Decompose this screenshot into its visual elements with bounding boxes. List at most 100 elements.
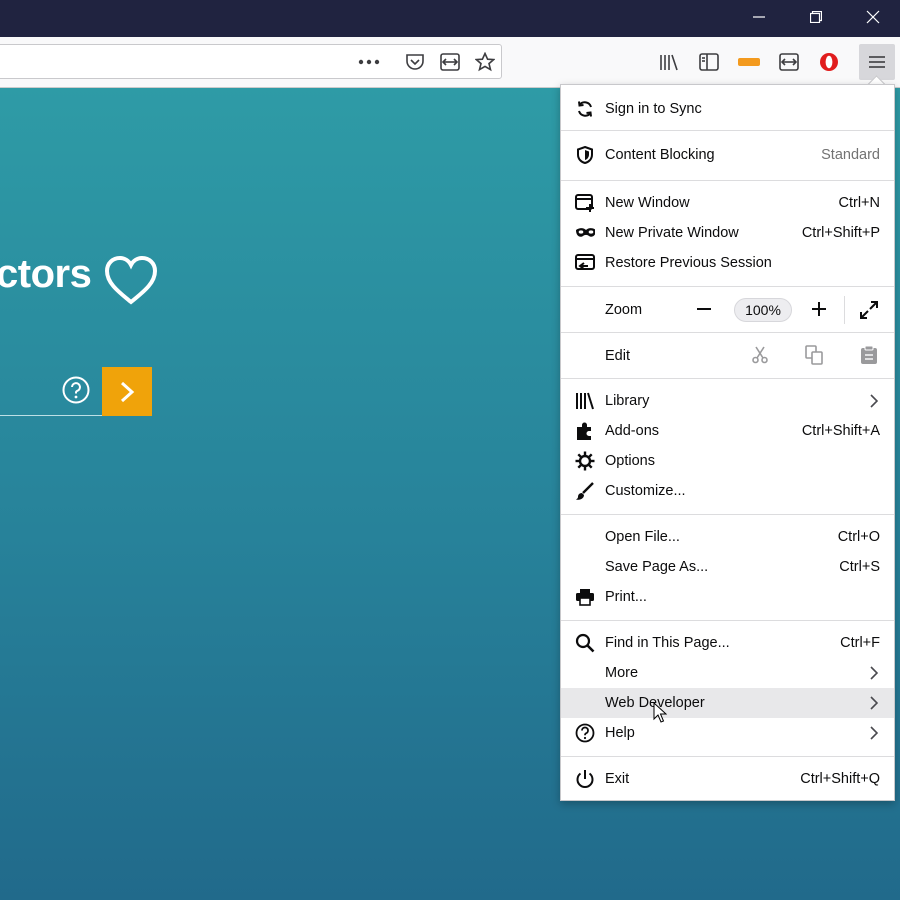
mouse-cursor-icon — [653, 702, 667, 723]
url-bar[interactable] — [0, 44, 502, 79]
menu-label: Customize... — [605, 483, 686, 499]
menu-label: Content Blocking — [605, 147, 715, 163]
menu-label: Print... — [605, 589, 647, 605]
menu-label: Sign in to Sync — [605, 101, 702, 117]
menu-label: Help — [605, 725, 635, 741]
menu-label: More — [605, 665, 639, 681]
menu-new-private-window[interactable]: New Private Window Ctrl+Shift+P — [561, 218, 894, 248]
page-headline: ctors — [0, 252, 92, 296]
new-window-icon — [575, 193, 595, 213]
ellipsis-icon[interactable] — [354, 47, 384, 77]
saml-icon[interactable] — [734, 47, 764, 77]
menu-web-developer[interactable]: Web Developer — [561, 688, 894, 718]
library-icon — [575, 391, 595, 411]
chevron-right-icon — [870, 394, 878, 408]
menu-separator — [561, 514, 894, 515]
menu-shortcut: Ctrl+S — [839, 559, 880, 575]
menu-zoom-row: Zoom 100% — [561, 286, 894, 333]
puzzle-icon — [575, 421, 595, 441]
menu-label: Library — [605, 393, 650, 409]
copy-icon[interactable] — [805, 345, 825, 368]
cut-icon[interactable] — [751, 346, 769, 367]
chevron-right-icon — [870, 696, 878, 710]
zoom-reset-button[interactable]: 100% — [734, 298, 792, 322]
menu-label: Add-ons — [605, 423, 660, 439]
menu-separator — [561, 378, 894, 379]
menu-separator — [561, 180, 894, 181]
restore-icon[interactable] — [793, 0, 839, 33]
menu-shortcut: Ctrl+N — [838, 195, 881, 211]
menu-label: New Private Window — [605, 225, 739, 241]
shield-icon — [575, 145, 595, 165]
menu-separator — [561, 620, 894, 621]
menu-label: Edit — [605, 348, 630, 364]
menu-content-blocking[interactable]: Content Blocking Standard — [561, 140, 894, 170]
menu-shortcut: Ctrl+Shift+A — [801, 423, 880, 439]
go-button[interactable] — [102, 367, 152, 416]
search-underline — [0, 415, 102, 416]
gear-icon — [575, 451, 595, 471]
menu-customize[interactable]: Customize... — [561, 476, 894, 506]
menu-label: Zoom — [605, 302, 643, 318]
menu-help[interactable]: Help — [561, 718, 894, 748]
chevron-right-icon — [870, 666, 878, 680]
brush-icon — [575, 481, 595, 501]
restore-session-icon — [575, 253, 595, 273]
menu-open-file[interactable]: Open File... Ctrl+O — [561, 522, 894, 552]
menu-exit[interactable]: Exit Ctrl+Shift+Q — [561, 764, 894, 794]
search-icon — [575, 633, 595, 653]
menu-addons[interactable]: Add-ons Ctrl+Shift+A — [561, 416, 894, 446]
menu-shortcut: Ctrl+F — [840, 635, 880, 651]
menu-shortcut: Ctrl+Shift+Q — [800, 771, 880, 787]
zoom-in-icon[interactable] — [810, 300, 828, 321]
menu-separator — [561, 130, 894, 131]
heart-icon — [104, 256, 158, 305]
mask-icon — [575, 223, 595, 243]
app-menu-panel: Sign in to Sync Content Blocking Standar… — [560, 84, 895, 801]
chevron-right-icon — [870, 726, 878, 740]
printer-icon — [575, 587, 595, 607]
hamburger-icon[interactable] — [859, 44, 895, 80]
menu-shortcut: Ctrl+Shift+P — [801, 225, 880, 241]
menu-library[interactable]: Library — [561, 386, 894, 416]
power-icon — [575, 769, 595, 789]
zoom-out-icon[interactable] — [695, 300, 713, 321]
menu-sign-in-sync[interactable]: Sign in to Sync — [561, 94, 894, 124]
close-icon[interactable] — [850, 0, 896, 33]
sync-icon — [575, 99, 595, 119]
menu-label: Save Page As... — [605, 559, 709, 575]
menu-label: Restore Previous Session — [605, 255, 772, 271]
help-icon — [575, 723, 595, 743]
sidebar-icon[interactable] — [694, 47, 724, 77]
menu-new-window[interactable]: New Window Ctrl+N — [561, 188, 894, 218]
menu-shortcut: Ctrl+O — [837, 529, 880, 545]
content-blocking-value: Standard — [821, 147, 880, 163]
paste-icon[interactable] — [860, 345, 878, 368]
menu-separator — [561, 756, 894, 757]
navigation-toolbar — [0, 37, 900, 88]
title-bar — [0, 0, 900, 37]
help-circle-icon[interactable] — [62, 376, 90, 404]
fullscreen-icon[interactable] — [859, 300, 879, 323]
star-icon[interactable] — [470, 47, 500, 77]
menu-label: New Window — [605, 195, 690, 211]
reader-icon[interactable] — [435, 47, 465, 77]
menu-options[interactable]: Options — [561, 446, 894, 476]
menu-save-page[interactable]: Save Page As... Ctrl+S — [561, 552, 894, 582]
menu-label: Exit — [605, 771, 630, 787]
library-icon[interactable] — [654, 47, 684, 77]
menu-print[interactable]: Print... — [561, 582, 894, 612]
pocket-icon[interactable] — [400, 47, 430, 77]
menu-label: Open File... — [605, 529, 680, 545]
menu-more[interactable]: More — [561, 658, 894, 688]
menu-edit-row: Edit — [561, 332, 894, 379]
chevron-right-icon — [120, 381, 135, 402]
menu-label: Find in This Page... — [605, 635, 730, 651]
minimize-icon[interactable] — [736, 0, 782, 33]
opera-icon[interactable] — [814, 47, 844, 77]
zoom-separator — [844, 296, 845, 324]
menu-restore-session[interactable]: Restore Previous Session — [561, 248, 894, 278]
menu-label: Options — [605, 453, 655, 469]
menu-find[interactable]: Find in This Page... Ctrl+F — [561, 628, 894, 658]
reader-view-icon[interactable] — [774, 47, 804, 77]
